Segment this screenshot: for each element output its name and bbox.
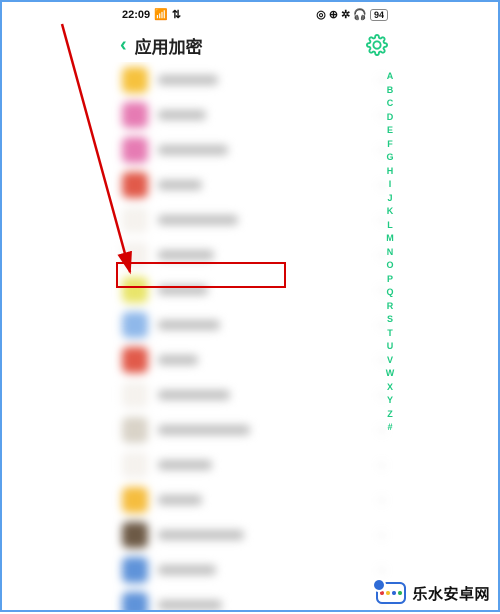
- app-name-blur: [158, 145, 228, 155]
- app-icon: [122, 592, 148, 611]
- app-row[interactable]: ›: [110, 377, 400, 412]
- app-name-blur: [158, 390, 230, 400]
- index-letter[interactable]: P: [387, 275, 393, 284]
- highlight-rect: [116, 262, 286, 288]
- index-letter[interactable]: Z: [387, 410, 393, 419]
- app-row[interactable]: ›: [110, 202, 400, 237]
- index-letter[interactable]: R: [387, 302, 394, 311]
- app-icon: [122, 382, 148, 408]
- app-name-blur: [158, 355, 198, 365]
- app-row[interactable]: ›: [110, 552, 400, 587]
- app-name-blur: [158, 530, 244, 540]
- title-bar: ‹ 应用加密: [110, 28, 400, 62]
- gear-icon: [366, 34, 388, 56]
- index-letter[interactable]: L: [387, 221, 393, 230]
- chevron-right-icon: ›: [380, 562, 384, 577]
- app-name-blur: [158, 600, 222, 610]
- app-icon: [122, 67, 148, 93]
- app-name-blur: [158, 460, 212, 470]
- app-row[interactable]: ›: [110, 587, 400, 610]
- app-row[interactable]: ›: [110, 342, 400, 377]
- index-letter[interactable]: F: [387, 140, 393, 149]
- back-button[interactable]: ‹: [120, 35, 127, 55]
- status-icon-2: ✲: [341, 10, 350, 21]
- app-list[interactable]: ››››››››››››››››: [110, 62, 400, 610]
- status-icon-1: ⊕: [329, 10, 338, 21]
- app-name-blur: [158, 425, 250, 435]
- index-letter[interactable]: T: [387, 329, 393, 338]
- outer-frame: 22:09 📶 ⇅ ◎ ⊕ ✲ 🎧 94 ‹ 应用加密: [0, 0, 500, 612]
- signal-icon: 📶: [154, 10, 168, 21]
- app-icon: [122, 522, 148, 548]
- app-icon: [122, 557, 148, 583]
- app-row[interactable]: ›: [110, 132, 400, 167]
- settings-button[interactable]: [366, 34, 388, 61]
- watermark: 乐水安卓网: [376, 582, 490, 604]
- chevron-right-icon: ›: [380, 492, 384, 507]
- app-icon: [122, 417, 148, 443]
- index-letter[interactable]: C: [387, 99, 394, 108]
- status-bar: 22:09 📶 ⇅ ◎ ⊕ ✲ 🎧 94: [110, 2, 400, 28]
- watermark-logo-icon: [376, 582, 406, 604]
- app-icon: [122, 487, 148, 513]
- index-letter[interactable]: G: [386, 153, 393, 162]
- app-name-blur: [158, 320, 220, 330]
- app-icon: [122, 312, 148, 338]
- index-letter[interactable]: N: [387, 248, 394, 257]
- index-letter[interactable]: X: [387, 383, 393, 392]
- app-icon: [122, 137, 148, 163]
- phone-screen: 22:09 📶 ⇅ ◎ ⊕ ✲ 🎧 94 ‹ 应用加密: [110, 2, 400, 610]
- app-row[interactable]: ›: [110, 167, 400, 202]
- index-letter[interactable]: D: [387, 113, 394, 122]
- index-letter[interactable]: V: [387, 356, 393, 365]
- chevron-right-icon: ›: [380, 527, 384, 542]
- app-name-blur: [158, 495, 202, 505]
- app-icon: [122, 207, 148, 233]
- page-title: 应用加密: [135, 33, 203, 58]
- index-letter[interactable]: S: [387, 315, 393, 324]
- index-letter[interactable]: A: [387, 72, 394, 81]
- app-list-wrap: ››››››››››››››››: [110, 62, 400, 610]
- index-letter[interactable]: O: [386, 261, 393, 270]
- statusbar-left: 22:09 📶 ⇅: [122, 9, 181, 21]
- app-icon: [122, 172, 148, 198]
- index-letter[interactable]: W: [386, 369, 395, 378]
- app-name-blur: [158, 565, 216, 575]
- app-row[interactable]: ›: [110, 97, 400, 132]
- app-row[interactable]: ›: [110, 482, 400, 517]
- network-icon: ⇅: [172, 10, 181, 21]
- app-icon: [122, 452, 148, 478]
- app-name-blur: [158, 250, 214, 260]
- status-time: 22:09: [122, 9, 150, 21]
- index-letter[interactable]: K: [387, 207, 394, 216]
- app-name-blur: [158, 110, 206, 120]
- index-letter[interactable]: #: [387, 423, 392, 432]
- app-row[interactable]: ›: [110, 412, 400, 447]
- app-row[interactable]: ›: [110, 517, 400, 552]
- index-letter[interactable]: I: [389, 180, 392, 189]
- index-letter[interactable]: H: [387, 167, 394, 176]
- chevron-right-icon: ›: [380, 457, 384, 472]
- app-row[interactable]: ›: [110, 447, 400, 482]
- index-letter[interactable]: Q: [386, 288, 393, 297]
- app-name-blur: [158, 75, 218, 85]
- alpha-index[interactable]: ABCDEFGHIJKLMNOPQRSTUVWXYZ #: [383, 72, 397, 432]
- index-letter[interactable]: M: [386, 234, 394, 243]
- index-letter[interactable]: J: [387, 194, 392, 203]
- headphones-icon: 🎧: [353, 10, 367, 21]
- index-letter[interactable]: Y: [387, 396, 393, 405]
- index-letter[interactable]: B: [387, 86, 394, 95]
- app-icon: [122, 347, 148, 373]
- app-row[interactable]: ›: [110, 62, 400, 97]
- battery-level: 94: [370, 9, 388, 21]
- app-name-blur: [158, 215, 238, 225]
- statusbar-right: ◎ ⊕ ✲ 🎧 94: [316, 9, 388, 21]
- index-letter[interactable]: E: [387, 126, 393, 135]
- watermark-text: 乐水安卓网: [412, 583, 490, 604]
- app-icon: [122, 102, 148, 128]
- index-letter[interactable]: U: [387, 342, 394, 351]
- app-name-blur: [158, 180, 202, 190]
- app-row[interactable]: ›: [110, 307, 400, 342]
- status-icon-0: ◎: [316, 10, 326, 21]
